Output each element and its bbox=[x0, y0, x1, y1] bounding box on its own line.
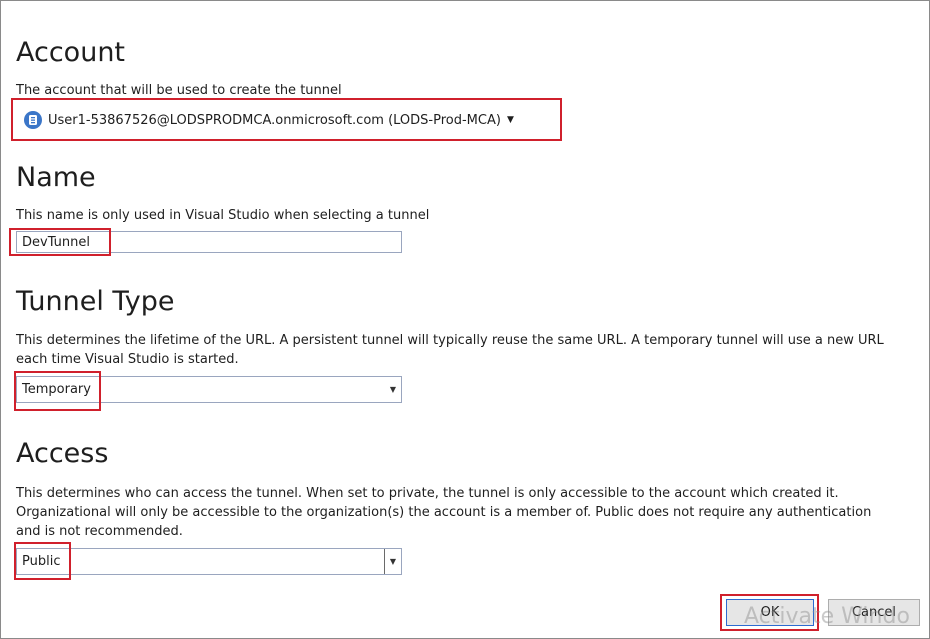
access-heading: Access bbox=[16, 438, 109, 469]
tunnel-type-description-line1: This determines the lifetime of the URL.… bbox=[16, 333, 884, 348]
access-description-line3: and is not recommended. bbox=[16, 524, 183, 539]
access-selected-value: Public bbox=[22, 554, 61, 569]
account-highlight bbox=[11, 98, 562, 141]
chevron-down-icon: ▼ bbox=[389, 385, 397, 394]
account-heading: Account bbox=[16, 37, 126, 68]
name-heading: Name bbox=[16, 162, 96, 193]
access-dropdown[interactable]: Public ▼ bbox=[16, 548, 402, 575]
access-description-line2: Organizational will only be accessible t… bbox=[16, 505, 872, 520]
tunnel-type-heading: Tunnel Type bbox=[16, 286, 175, 317]
name-description: This name is only used in Visual Studio … bbox=[16, 208, 430, 223]
tunnel-type-description-line2: each time Visual Studio is started. bbox=[16, 352, 239, 367]
name-highlight bbox=[9, 228, 111, 256]
access-description-line1: This determines who can access the tunne… bbox=[16, 486, 839, 501]
cancel-button[interactable]: Cancel bbox=[828, 599, 920, 626]
tunnel-type-highlight bbox=[14, 371, 101, 411]
ok-button-highlight bbox=[720, 594, 819, 631]
chevron-down-icon: ▼ bbox=[384, 549, 401, 574]
access-highlight bbox=[14, 542, 71, 580]
